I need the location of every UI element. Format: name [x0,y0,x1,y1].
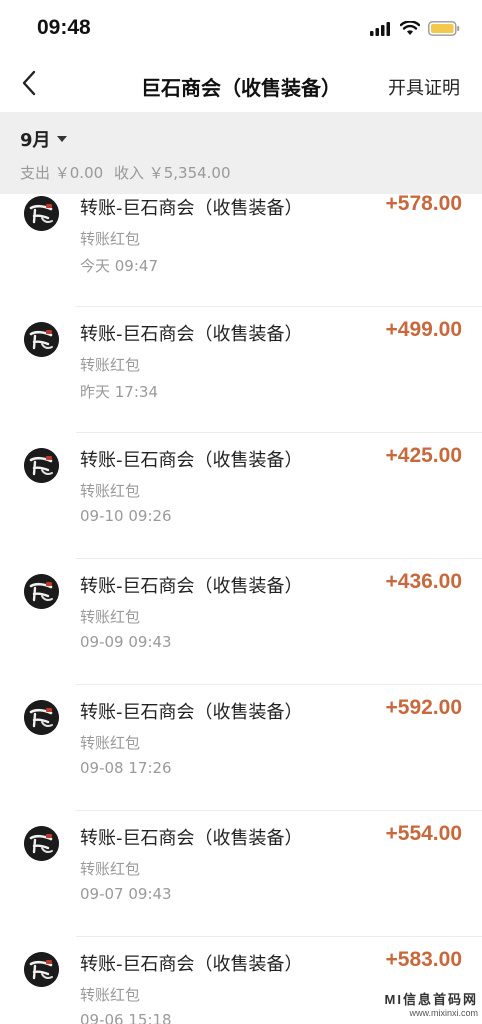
transaction-type: 转账红包 [80,608,141,626]
merchant-avatar [24,574,59,609]
issue-certificate-button[interactable]: 开具证明 [388,74,460,100]
transaction-row[interactable]: 转账-巨石商会（收售装备） 转账红包 09-08 17:26 +592.00 [0,686,482,812]
transaction-type: 转账红包 [80,356,141,374]
transaction-row[interactable]: 转账-巨石商会（收售装备） 转账红包今天 09:47 +578.00 [0,194,482,308]
signal-icon [370,21,392,40]
transaction-time: 09-08 17:26 [80,759,172,777]
transaction-type: 转账红包 [80,734,141,752]
transaction-row[interactable]: 转账-巨石商会（收售装备） 转账红包昨天 17:34 +499.00 [0,308,482,434]
watermark: MI信息首码网 www.mixinxi.com [385,989,478,1018]
merchant-avatar [24,322,59,357]
transaction-type: 转账红包 [80,230,141,248]
merchant-avatar [24,826,59,861]
status-time: 09:48 [37,16,91,39]
transaction-title: 转账-巨石商会（收售装备） [80,324,303,345]
status-bar: 09:48 [0,0,482,60]
transaction-title: 转账-巨石商会（收售装备） [80,828,303,849]
income-total: 收入 ￥5,354.00 [113,164,231,182]
transaction-type: 转账红包 [80,986,141,1004]
watermark-url: www.mixinxi.com [409,1008,478,1018]
month-picker[interactable]: 9月 [20,126,67,152]
transaction-amount: +578.00 [385,194,463,215]
transaction-amount: +592.00 [385,696,463,719]
transaction-title: 转账-巨石商会（收售装备） [80,702,303,723]
merchant-avatar [24,448,59,483]
transaction-list: 转账-巨石商会（收售装备） 转账红包 今天 09:47 +578.00 转账-巨石商会（… [0,194,482,1024]
row-divider [76,810,482,811]
row-divider [76,306,482,307]
transaction-row[interactable]: 转账-巨石商会（收售装备） 转账红包 09-10 09:26 +425.00 [0,434,482,560]
transaction-amount: +425.00 [385,444,463,467]
row-divider [76,684,482,685]
totals: 支出 ￥0.00 收入 ￥5,354.00 [20,162,237,183]
transaction-title: 转账-巨石商会（收售装备） [80,450,303,471]
transaction-time: 昨天 17:34 [80,383,158,401]
caret-down-icon [56,136,67,142]
transaction-title: 转账-巨石商会（收售装备） [80,954,303,975]
merchant-avatar [24,952,59,987]
monthly-summary: 9月 支出 ￥0.00 收入 ￥5,354.00 [0,112,482,194]
transaction-type: 转账红包 [80,482,141,500]
merchant-avatar [24,700,59,735]
transaction-title: 转账-巨石商会（收售装备） [80,576,303,597]
transaction-time: 09-10 09:26 [80,507,172,525]
merchant-avatar [24,196,59,231]
status-icons [370,19,460,40]
expense-total: 支出 ￥0.00 [20,164,104,182]
row-divider [76,936,482,937]
transaction-time: 09-07 09:43 [80,885,172,903]
month-label: 9月 [20,130,51,151]
row-divider [76,432,482,433]
nav-bar: 巨石商会（收售装备） 开具证明 [0,60,482,112]
transaction-time: 09-06 15:18 [80,1011,172,1024]
transaction-amount: +436.00 [385,570,463,593]
transaction-time: 09-09 09:43 [80,633,172,651]
watermark-title: MI信息首码网 [384,992,478,1007]
wifi-icon [399,19,421,40]
transaction-row[interactable]: 转账-巨石商会（收售装备） 转账红包 09-09 09:43 +436.00 [0,560,482,686]
transaction-amount: +554.00 [385,822,463,845]
transaction-type: 转账红包 [80,860,141,878]
transaction-title: 转账-巨石商会（收售装备） [80,198,303,219]
battery-icon [428,20,460,40]
transaction-amount: +499.00 [385,318,463,341]
transaction-row[interactable]: 转账-巨石商会（收售装备） 转账红包 09-07 09:43 +554.00 [0,812,482,938]
row-divider [76,558,482,559]
transaction-amount: +583.00 [385,948,463,971]
transaction-time: 今天 09:47 [80,257,158,275]
